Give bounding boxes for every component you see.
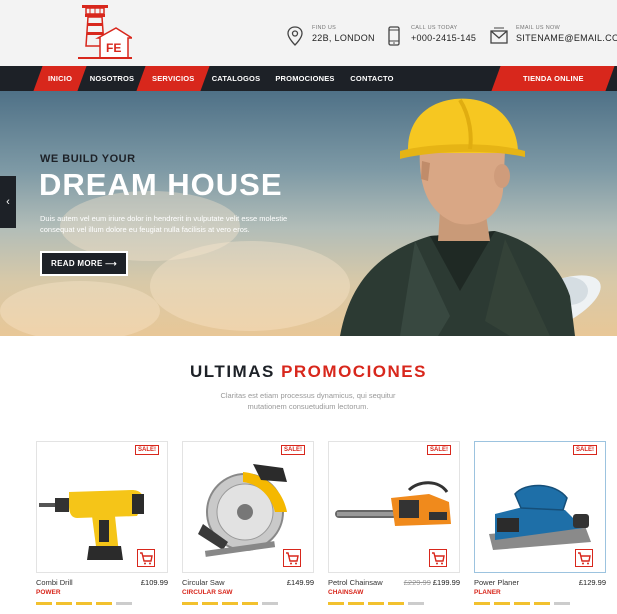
product-price: £129.99 [578,578,606,587]
power-planer-image [489,484,591,550]
main-nav: INICIO NOSOTROS SERVICIOS CATALOGOS PROM… [0,66,617,91]
rating-bar [514,602,530,605]
nav-item-nosotros[interactable]: NOSOTROS [86,66,138,91]
rating-bar [222,602,238,605]
cart-icon [432,552,445,565]
add-to-cart-button[interactable] [283,549,301,567]
rating-bar [56,602,72,605]
contact-value[interactable]: +000-2415-145 [411,32,476,44]
location-pin-icon [287,26,303,46]
product-old-price: £229.99 [403,578,431,587]
product-price: £109.99 [140,578,168,587]
contact-value: 22B, LONDON [312,33,375,43]
product-rating [182,602,282,605]
product-card[interactable]: SALE! [328,441,460,573]
product-rating [36,602,136,605]
rating-bar [328,602,344,605]
section-title: ULTIMAS PROMOCIONES [0,362,617,382]
contact-label: EMAIL US NOW [516,25,561,31]
rating-bar [408,602,424,605]
nav-item-contacto[interactable]: CONTACTO [346,66,398,91]
add-to-cart-button[interactable] [429,549,447,567]
contact-label: FIND US [312,25,337,31]
add-to-cart-button[interactable] [575,549,593,567]
arrow-right-icon: ⟶ [105,259,117,268]
product-card[interactable]: SALE! [36,441,168,573]
read-more-button[interactable]: READ MORE ⟶ [40,251,128,276]
product-name[interactable]: Circular Saw [182,578,225,587]
rating-bar [116,602,132,605]
product-card[interactable]: SALE! [474,441,606,573]
email-icon [490,27,508,44]
rating-bar [262,602,278,605]
rating-bar [368,602,384,605]
product-name[interactable]: Petrol Chainsaw [328,578,383,587]
rating-bar [96,602,112,605]
add-to-cart-button[interactable] [137,549,155,567]
product-category[interactable]: POWER [36,589,61,596]
product-name[interactable]: Power Planer [474,578,519,587]
drill-image [39,490,144,560]
rating-bar [348,602,364,605]
phone-icon [388,26,400,46]
hero-title: DREAM HOUSE [39,167,283,202]
read-more-label: READ MORE [51,259,103,268]
contact-label: CALL US TODAY [411,25,458,31]
product-rating [328,602,428,605]
product-category[interactable]: PLANER [474,589,501,596]
rating-bar [494,602,510,605]
site-header: FE FIND US 22B, LONDON CALL US TODAY +00… [0,0,617,66]
product-name[interactable]: Combi Drill [36,578,73,587]
product-rating [474,602,574,605]
product-price: £229.99 £199.99 [400,578,460,587]
rating-bar [388,602,404,605]
chainsaw-image [335,481,451,526]
rating-bar [76,602,92,605]
rating-bar [36,602,52,605]
contact-email: EMAIL US NOW SITENAME@EMAIL.COM [490,24,617,46]
cart-icon [286,552,299,565]
nav-item-tienda-online[interactable]: TIENDA ONLINE [491,66,615,91]
rating-bar [534,602,550,605]
product-category[interactable]: CIRCULAR SAW [182,589,233,596]
product-card[interactable]: SALE! [182,441,314,573]
cart-icon [140,552,153,565]
contact-call-us: CALL US TODAY +000-2415-145 [385,24,476,46]
nav-item-servicios[interactable]: SERVICIOS [136,66,210,91]
contact-value[interactable]: SITENAME@EMAIL.COM [516,32,617,44]
circular-saw-image [198,464,287,557]
hero-cloud [0,281,160,336]
rating-bar [474,602,490,605]
contact-find-us: FIND US 22B, LONDON [286,24,375,46]
nav-item-inicio[interactable]: INICIO [33,66,87,91]
construction-worker-image [340,98,601,336]
rating-bar [182,602,198,605]
section-title-primary: ULTIMAS [190,362,275,381]
section-subtitle: Claritas est etiam processus dynamicus, … [220,391,396,411]
section-title-accent: PROMOCIONES [281,362,427,381]
nav-item-catalogos[interactable]: CATALOGOS [208,66,264,91]
product-category[interactable]: CHAINSAW [328,589,363,596]
cart-icon [578,552,591,565]
hero-text: Duis autem vel eum iriure dolor in hendr… [40,214,288,234]
product-sale-price: £199.99 [432,578,460,587]
rating-bar [554,602,570,605]
hero-pre-title: WE BUILD YOUR [40,153,136,165]
nav-item-promociones[interactable]: PROMOCIONES [273,66,337,91]
lighthouse-logo[interactable]: FE [78,2,132,60]
slider-prev-arrow[interactable]: ‹ [0,176,16,228]
rating-bar [202,602,218,605]
product-price: £149.99 [286,578,314,587]
hero-slider: ‹ WE BUILD YOUR DREAM HOUSE Duis autem v… [0,91,617,336]
svg-text:FE: FE [106,41,121,55]
rating-bar [242,602,258,605]
